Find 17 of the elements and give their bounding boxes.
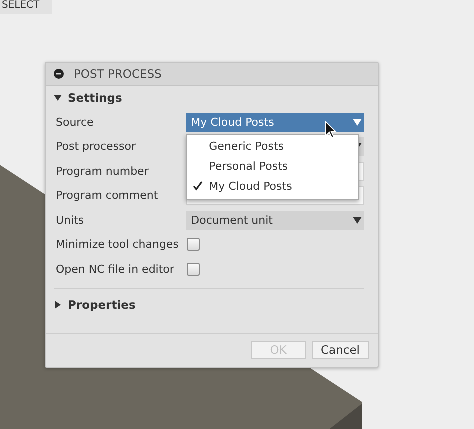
mode-label: SELECT <box>0 0 52 14</box>
menu-item[interactable]: Personal Posts <box>187 156 358 177</box>
menu-item[interactable]: My Cloud Posts <box>187 176 358 197</box>
field-label: Source <box>56 116 95 129</box>
field-label: Post processor <box>56 140 138 154</box>
field-label: Open NC file in editor <box>56 262 176 276</box>
dropdown-field[interactable]: My Cloud Posts <box>186 112 364 132</box>
section-header[interactable]: Properties <box>54 292 136 316</box>
dialog-title: POST PROCESS <box>74 67 162 81</box>
field-label: Program number <box>56 164 150 178</box>
field-label: Program comment <box>56 189 160 202</box>
field-label: Units <box>56 214 86 227</box>
dropdown-field[interactable]: Document unit <box>186 210 364 230</box>
menu-item[interactable]: Generic Posts <box>187 136 358 157</box>
field-label: Minimize tool changes <box>56 238 180 252</box>
section-header[interactable]: Settings <box>54 86 122 110</box>
cancel-button[interactable]: Cancel <box>312 341 369 359</box>
